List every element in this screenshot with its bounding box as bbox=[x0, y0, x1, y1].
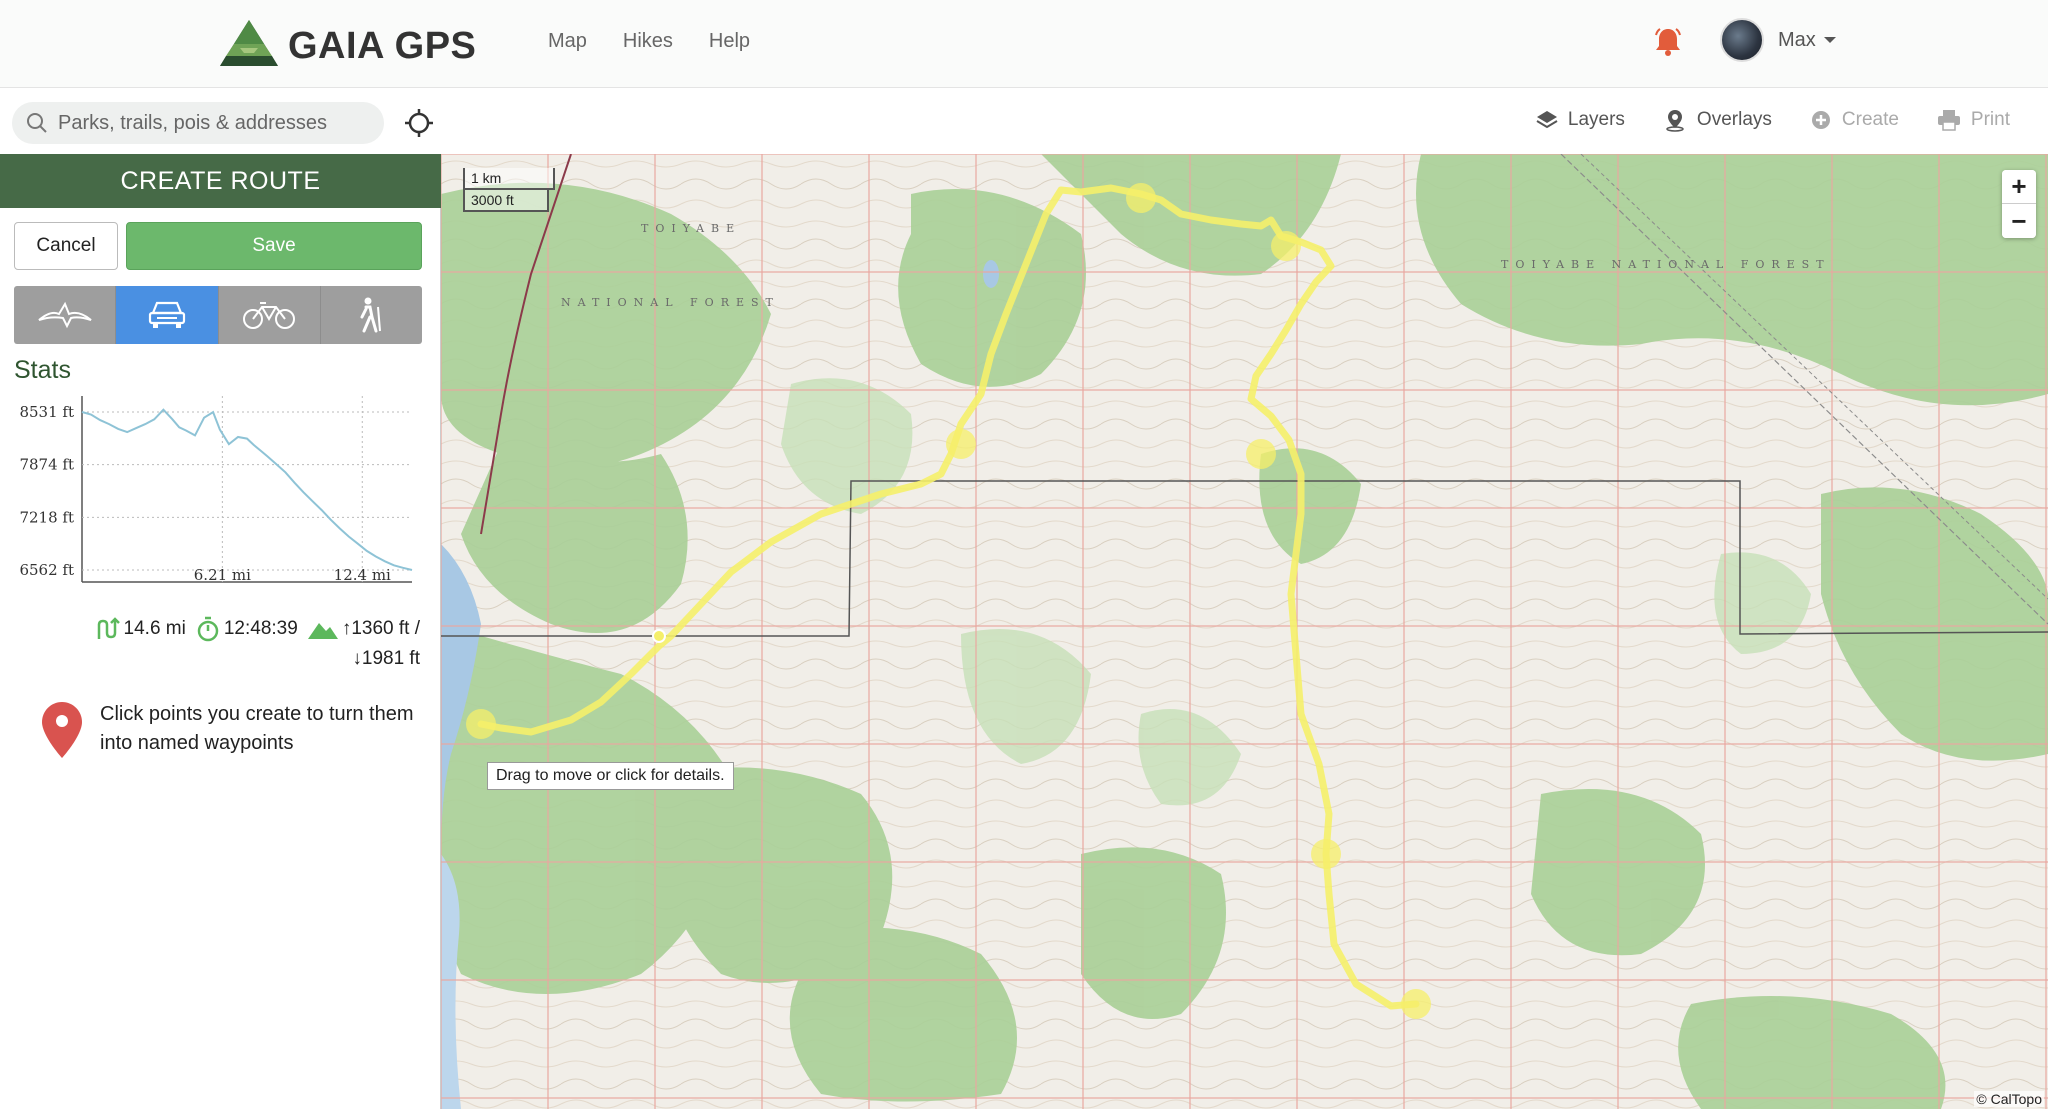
map-toolbar: Layers Overlays Create Print bbox=[0, 88, 2048, 154]
scale-ft: 3000 ft bbox=[463, 190, 549, 212]
cancel-button[interactable]: Cancel bbox=[14, 222, 118, 270]
bird-icon bbox=[37, 301, 92, 329]
locate-crosshair-icon[interactable] bbox=[404, 108, 434, 138]
chart-y-tick-label: 7218 ft bbox=[19, 508, 74, 526]
save-button[interactable]: Save bbox=[126, 222, 422, 270]
route-waypoint[interactable] bbox=[1246, 439, 1276, 469]
top-header: GAIA GPS Map Hikes Help Max bbox=[0, 0, 2048, 88]
route-waypoint[interactable] bbox=[946, 429, 976, 459]
create-label: Create bbox=[1841, 109, 1899, 130]
duration-stat: 12:48:39 bbox=[196, 614, 298, 644]
distance-stat: 14.6 mi bbox=[96, 614, 186, 644]
search-box bbox=[12, 102, 384, 144]
distance-icon bbox=[97, 617, 120, 639]
overlays-icon bbox=[1666, 110, 1684, 132]
chart-y-tick-label: 8531 ft bbox=[19, 403, 74, 421]
chart-y-tick-label: 6562 ft bbox=[19, 561, 74, 579]
chevron-down-icon bbox=[1823, 37, 1836, 43]
panel-actions: Cancel Save bbox=[14, 222, 422, 270]
bicycle-icon bbox=[243, 302, 296, 329]
plus-circle-icon bbox=[1811, 111, 1830, 129]
mode-hike[interactable] bbox=[320, 286, 422, 344]
nav-hikes[interactable]: Hikes bbox=[623, 30, 673, 53]
route-waypoint[interactable] bbox=[1311, 839, 1341, 869]
routing-mode-selector bbox=[14, 286, 422, 344]
brand-name: GAIA GPS bbox=[288, 24, 477, 67]
car-icon bbox=[148, 301, 185, 328]
mode-bike[interactable] bbox=[218, 286, 321, 344]
chart-x-tick-label: 12.4 mi bbox=[334, 566, 391, 584]
elevation-gain-stat: ↑1360 ft / bbox=[307, 614, 420, 644]
printer-icon bbox=[1937, 110, 1960, 131]
map-tiles: TOIYABE NATIONAL FOREST TOIYABE NATIONAL… bbox=[441, 154, 2048, 1109]
mode-drive[interactable] bbox=[116, 286, 219, 344]
zoom-controls: + − bbox=[2002, 170, 2036, 238]
route-waypoint[interactable] bbox=[1271, 231, 1301, 261]
print-button[interactable]: Print bbox=[1937, 109, 2010, 131]
scale-km: 1 km bbox=[463, 168, 555, 190]
route-waypoint[interactable] bbox=[652, 629, 666, 643]
map-label: TOIYABE NATIONAL FOREST bbox=[1501, 258, 1831, 271]
duration-value: 12:48:39 bbox=[223, 618, 298, 639]
hiker-icon bbox=[360, 297, 382, 333]
elevation-line bbox=[81, 408, 413, 571]
map-label: TOIYABE bbox=[641, 222, 741, 235]
hint-text: Click points you create to turn them int… bbox=[100, 703, 414, 754]
create-button[interactable]: Create bbox=[1810, 109, 1899, 131]
distance-value: 14.6 mi bbox=[123, 618, 186, 639]
search-input[interactable] bbox=[58, 111, 358, 135]
topo-map[interactable]: TOIYABE NATIONAL FOREST TOIYABE NATIONAL… bbox=[441, 154, 2048, 1109]
nav-map[interactable]: Map bbox=[548, 30, 587, 53]
zoom-in-button[interactable]: + bbox=[2002, 170, 2036, 204]
chart-y-tick-label: 7874 ft bbox=[19, 456, 74, 474]
chart-grid bbox=[82, 396, 412, 582]
panel-title: CREATE ROUTE bbox=[0, 154, 441, 208]
map-tools: Layers Overlays Create Print bbox=[1536, 108, 2048, 132]
layers-button[interactable]: Layers bbox=[1536, 109, 1625, 131]
gaia-logo[interactable]: GAIA GPS bbox=[218, 18, 476, 74]
map-pin-icon bbox=[42, 702, 82, 758]
chart-x-tick-label: 6.21 mi bbox=[194, 566, 251, 584]
layers-label: Layers bbox=[1567, 109, 1625, 130]
waypoint-hint: Click points you create to turn them int… bbox=[40, 700, 420, 760]
create-route-panel: CREATE ROUTE Cancel Save Stats 8531 ft 7… bbox=[0, 154, 441, 1109]
layers-icon bbox=[1536, 111, 1558, 129]
route-waypoint[interactable] bbox=[1401, 989, 1431, 1019]
route-summary: 14.6 mi 12:48:39 ↑1360 ft / ↓1981 ft bbox=[60, 614, 420, 674]
route-waypoint[interactable] bbox=[466, 709, 496, 739]
map-attribution[interactable]: © CalTopo bbox=[1974, 1091, 2044, 1107]
avatar[interactable] bbox=[1720, 18, 1764, 62]
zoom-out-button[interactable]: − bbox=[2002, 204, 2036, 238]
overlays-button[interactable]: Overlays bbox=[1663, 108, 1772, 132]
route-waypoint[interactable] bbox=[1126, 183, 1156, 213]
map-label: NATIONAL FOREST bbox=[561, 296, 780, 309]
map-scale: 1 km 3000 ft bbox=[463, 168, 555, 212]
print-label: Print bbox=[1970, 109, 2010, 130]
mode-straight-line[interactable] bbox=[14, 286, 117, 344]
nav-help[interactable]: Help bbox=[709, 30, 750, 53]
overlays-label: Overlays bbox=[1696, 109, 1772, 130]
descent-value: ↓1981 ft bbox=[352, 648, 420, 669]
chart-y-ticks: 8531 ft 7874 ft 7218 ft 6562 ft bbox=[19, 403, 74, 579]
gaia-mountain-icon bbox=[220, 20, 278, 66]
stopwatch-icon bbox=[197, 616, 219, 642]
user-name: Max bbox=[1778, 28, 1816, 51]
notification-bell-icon[interactable] bbox=[1652, 26, 1684, 58]
main-nav: Map Hikes Help bbox=[548, 30, 786, 53]
elevation-chart: 8531 ft 7874 ft 7218 ft 6562 ft 6.21 mi 12.4… bbox=[19, 396, 413, 584]
user-menu[interactable]: Max bbox=[1720, 18, 1836, 62]
search-icon bbox=[27, 113, 47, 133]
mountain-icon bbox=[307, 623, 338, 639]
ascent-value: ↑1360 ft / bbox=[341, 618, 420, 639]
stats-title: Stats bbox=[14, 356, 71, 384]
route-tooltip: Drag to move or click for details. bbox=[487, 762, 734, 790]
